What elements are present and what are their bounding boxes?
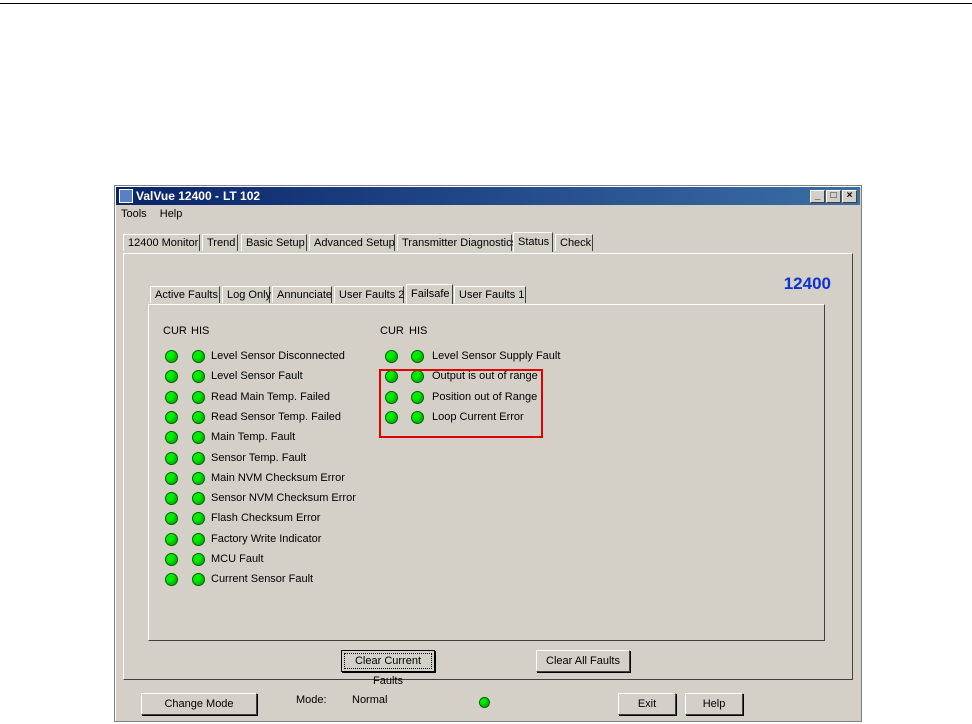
mode-status-led: [479, 697, 490, 708]
fault-label: Main NVM Checksum Error: [211, 471, 345, 484]
fault-label: Current Sensor Fault: [211, 573, 314, 586]
cur-status-led: [165, 370, 178, 384]
clear-current-faults-button[interactable]: Clear Current Faults: [341, 650, 435, 687]
help-button[interactable]: Help: [685, 693, 743, 715]
app-window: ValVue 12400 - LT 102 _ □ × Tools Help 12…: [114, 185, 862, 722]
mode-label: Mode:: [296, 694, 327, 706]
fault-label: Read Sensor Temp. Failed: [211, 410, 342, 423]
tab-advanced-setup[interactable]: Advanced Setup: [309, 234, 395, 251]
tab-transmitter-diagnostics[interactable]: Transmitter Diagnostics: [397, 234, 517, 251]
cur-status-led: [165, 553, 178, 566]
subtab-annunciate[interactable]: Annunciate: [272, 286, 332, 303]
cur-status-led: [165, 532, 178, 546]
cur-status-led: [165, 410, 178, 424]
his-status-led: [192, 553, 205, 566]
fault-label: Level Sensor Fault: [211, 370, 303, 383]
clear-all-faults-button[interactable]: Clear All Faults: [536, 650, 630, 672]
subtab-active-faults[interactable]: Active Faults: [150, 286, 220, 303]
menu-help[interactable]: Help: [160, 208, 183, 220]
exit-button[interactable]: Exit: [618, 693, 676, 715]
maximize-button[interactable]: □: [826, 190, 841, 203]
cur-status-led: [165, 390, 178, 404]
his-status-led: [192, 532, 205, 546]
fault-label: Factory Write Indicator: [211, 532, 322, 545]
cur-header-left: CUR: [163, 325, 187, 337]
tab-check[interactable]: Check: [555, 234, 593, 251]
page-top-rule: [0, 3, 972, 4]
fault-label: Level Sensor Supply Fault: [432, 350, 561, 362]
mode-value: Normal: [352, 694, 388, 706]
his-status-led: [192, 573, 205, 587]
tab-status[interactable]: Status: [513, 232, 553, 252]
cur-header-right: CUR: [380, 325, 404, 337]
fault-label: Main Temp. Fault: [211, 431, 296, 444]
cur-status-led: [165, 492, 178, 506]
highlight-box: [379, 369, 543, 438]
his-status-led: [192, 512, 205, 526]
his-header-left: HIS: [191, 325, 210, 337]
tab-basic-setup[interactable]: Basic Setup: [241, 234, 307, 251]
change-mode-button[interactable]: Change Mode: [141, 693, 257, 715]
cur-status-led: [385, 350, 398, 363]
cur-status-led: [165, 451, 178, 465]
close-button[interactable]: ×: [842, 190, 857, 203]
his-header-right: HIS: [409, 325, 428, 337]
cur-status-led: [165, 350, 178, 363]
menu-tools[interactable]: Tools: [121, 208, 147, 220]
his-status-led: [192, 431, 205, 445]
his-status-led: [192, 410, 205, 424]
device-label: 12400: [783, 274, 831, 293]
his-status-led: [192, 370, 205, 384]
his-status-led: [411, 350, 424, 363]
cur-status-led: [165, 512, 178, 526]
his-status-led: [192, 471, 205, 485]
fault-label: Level Sensor Disconnected: [211, 350, 345, 362]
his-status-led: [192, 451, 205, 465]
subtab-failsafe[interactable]: Failsafe: [406, 284, 453, 304]
fault-label: MCU Fault: [211, 553, 264, 565]
title-bar[interactable]: ValVue 12400 - LT 102 _ □ ×: [116, 187, 860, 205]
his-status-led: [192, 492, 205, 506]
fault-label: Flash Checksum Error: [211, 512, 321, 525]
subtab-user-faults-1[interactable]: User Faults 1: [454, 286, 526, 303]
his-status-led: [192, 350, 205, 363]
cur-status-led: [165, 471, 178, 485]
fault-label: Read Main Temp. Failed: [211, 390, 331, 403]
fault-label: Sensor NVM Checksum Error: [211, 492, 356, 505]
minimize-button[interactable]: _: [810, 190, 825, 203]
subtab-user-faults-2[interactable]: User Faults 2: [334, 286, 404, 303]
menu-bar: Tools Help: [121, 208, 192, 220]
subtab-log-only[interactable]: Log Only: [222, 286, 271, 303]
app-icon: [119, 189, 133, 203]
tab-12400-monitor[interactable]: 12400 Monitor: [123, 234, 200, 251]
failsafe-panel: CUR HIS CUR HIS Level Sensor Disconnecte…: [148, 304, 825, 641]
window-title: ValVue 12400 - LT 102: [136, 189, 261, 203]
his-status-led: [192, 390, 205, 404]
tab-trend[interactable]: Trend: [202, 234, 238, 251]
status-bar: Change Mode Mode: Normal Exit Help: [123, 683, 853, 719]
fault-label: Sensor Temp. Fault: [211, 451, 307, 464]
cur-status-led: [165, 573, 178, 587]
cur-status-led: [165, 431, 178, 445]
